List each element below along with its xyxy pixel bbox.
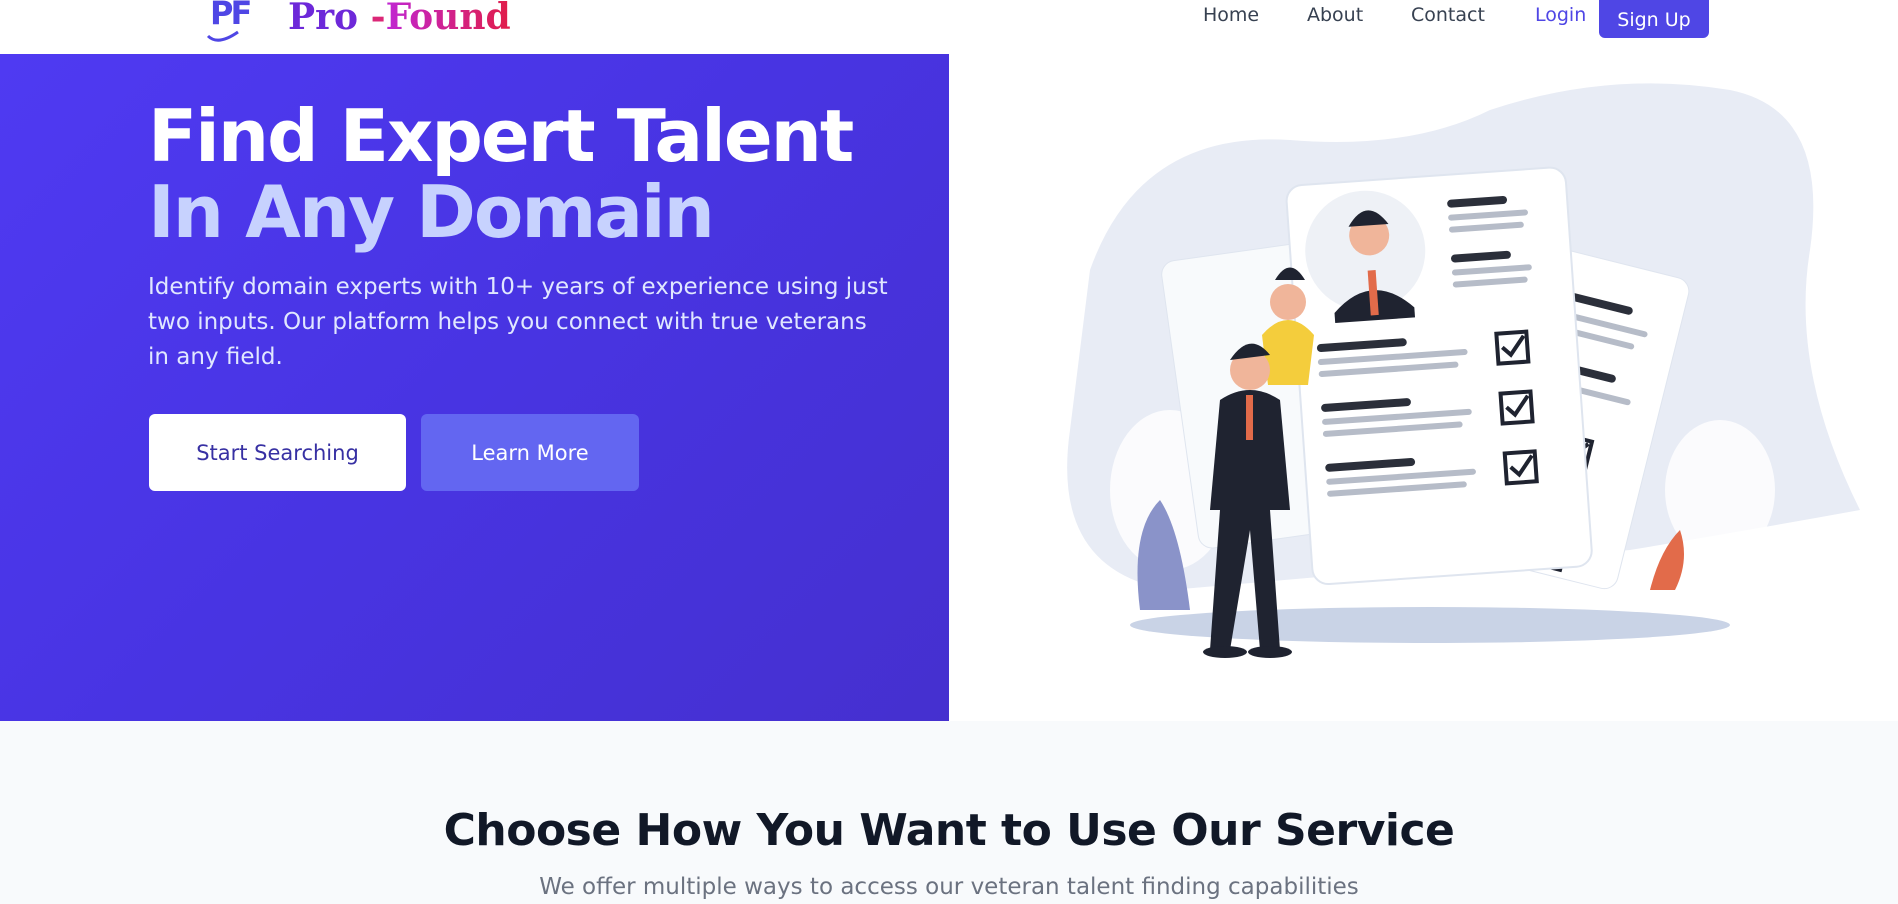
service-section: Choose How You Want to Use Our Service W… xyxy=(0,721,1898,904)
logo-mark-text: PF xyxy=(210,0,252,32)
brand-name-part2: Found xyxy=(386,0,511,38)
brand-logo[interactable]: PF Pro -Found xyxy=(200,0,511,42)
learn-more-button[interactable]: Learn More xyxy=(421,414,639,491)
nav-contact-link[interactable]: Contact xyxy=(1411,4,1485,26)
nav-login-link[interactable]: Login xyxy=(1535,4,1586,26)
nav-home-link[interactable]: Home xyxy=(1203,4,1259,26)
start-searching-button[interactable]: Start Searching xyxy=(149,414,406,491)
brand-name-part1: Pro xyxy=(288,0,359,38)
hero-description: Identify domain experts with 10+ years o… xyxy=(148,274,888,370)
service-section-title: Choose How You Want to Use Our Service xyxy=(443,805,1455,856)
hero-title-line2: In Any Domain xyxy=(148,170,715,254)
nav-about-link[interactable]: About xyxy=(1307,4,1363,26)
resume-review-illustration xyxy=(1030,70,1880,690)
signup-button[interactable]: Sign Up xyxy=(1599,0,1709,38)
service-section-subtitle: We offer multiple ways to access our vet… xyxy=(539,874,1359,900)
brand-name-separator: - xyxy=(370,0,386,38)
hero-title-line1: Find Expert Talent xyxy=(148,94,854,178)
hero-title: Find Expert Talent In Any Domain xyxy=(148,94,854,254)
brand-name: Pro -Found xyxy=(288,0,511,38)
logo-mark-icon: PF xyxy=(200,0,260,42)
navbar: PF Pro -Found Home About Contact Login S… xyxy=(0,0,1898,54)
